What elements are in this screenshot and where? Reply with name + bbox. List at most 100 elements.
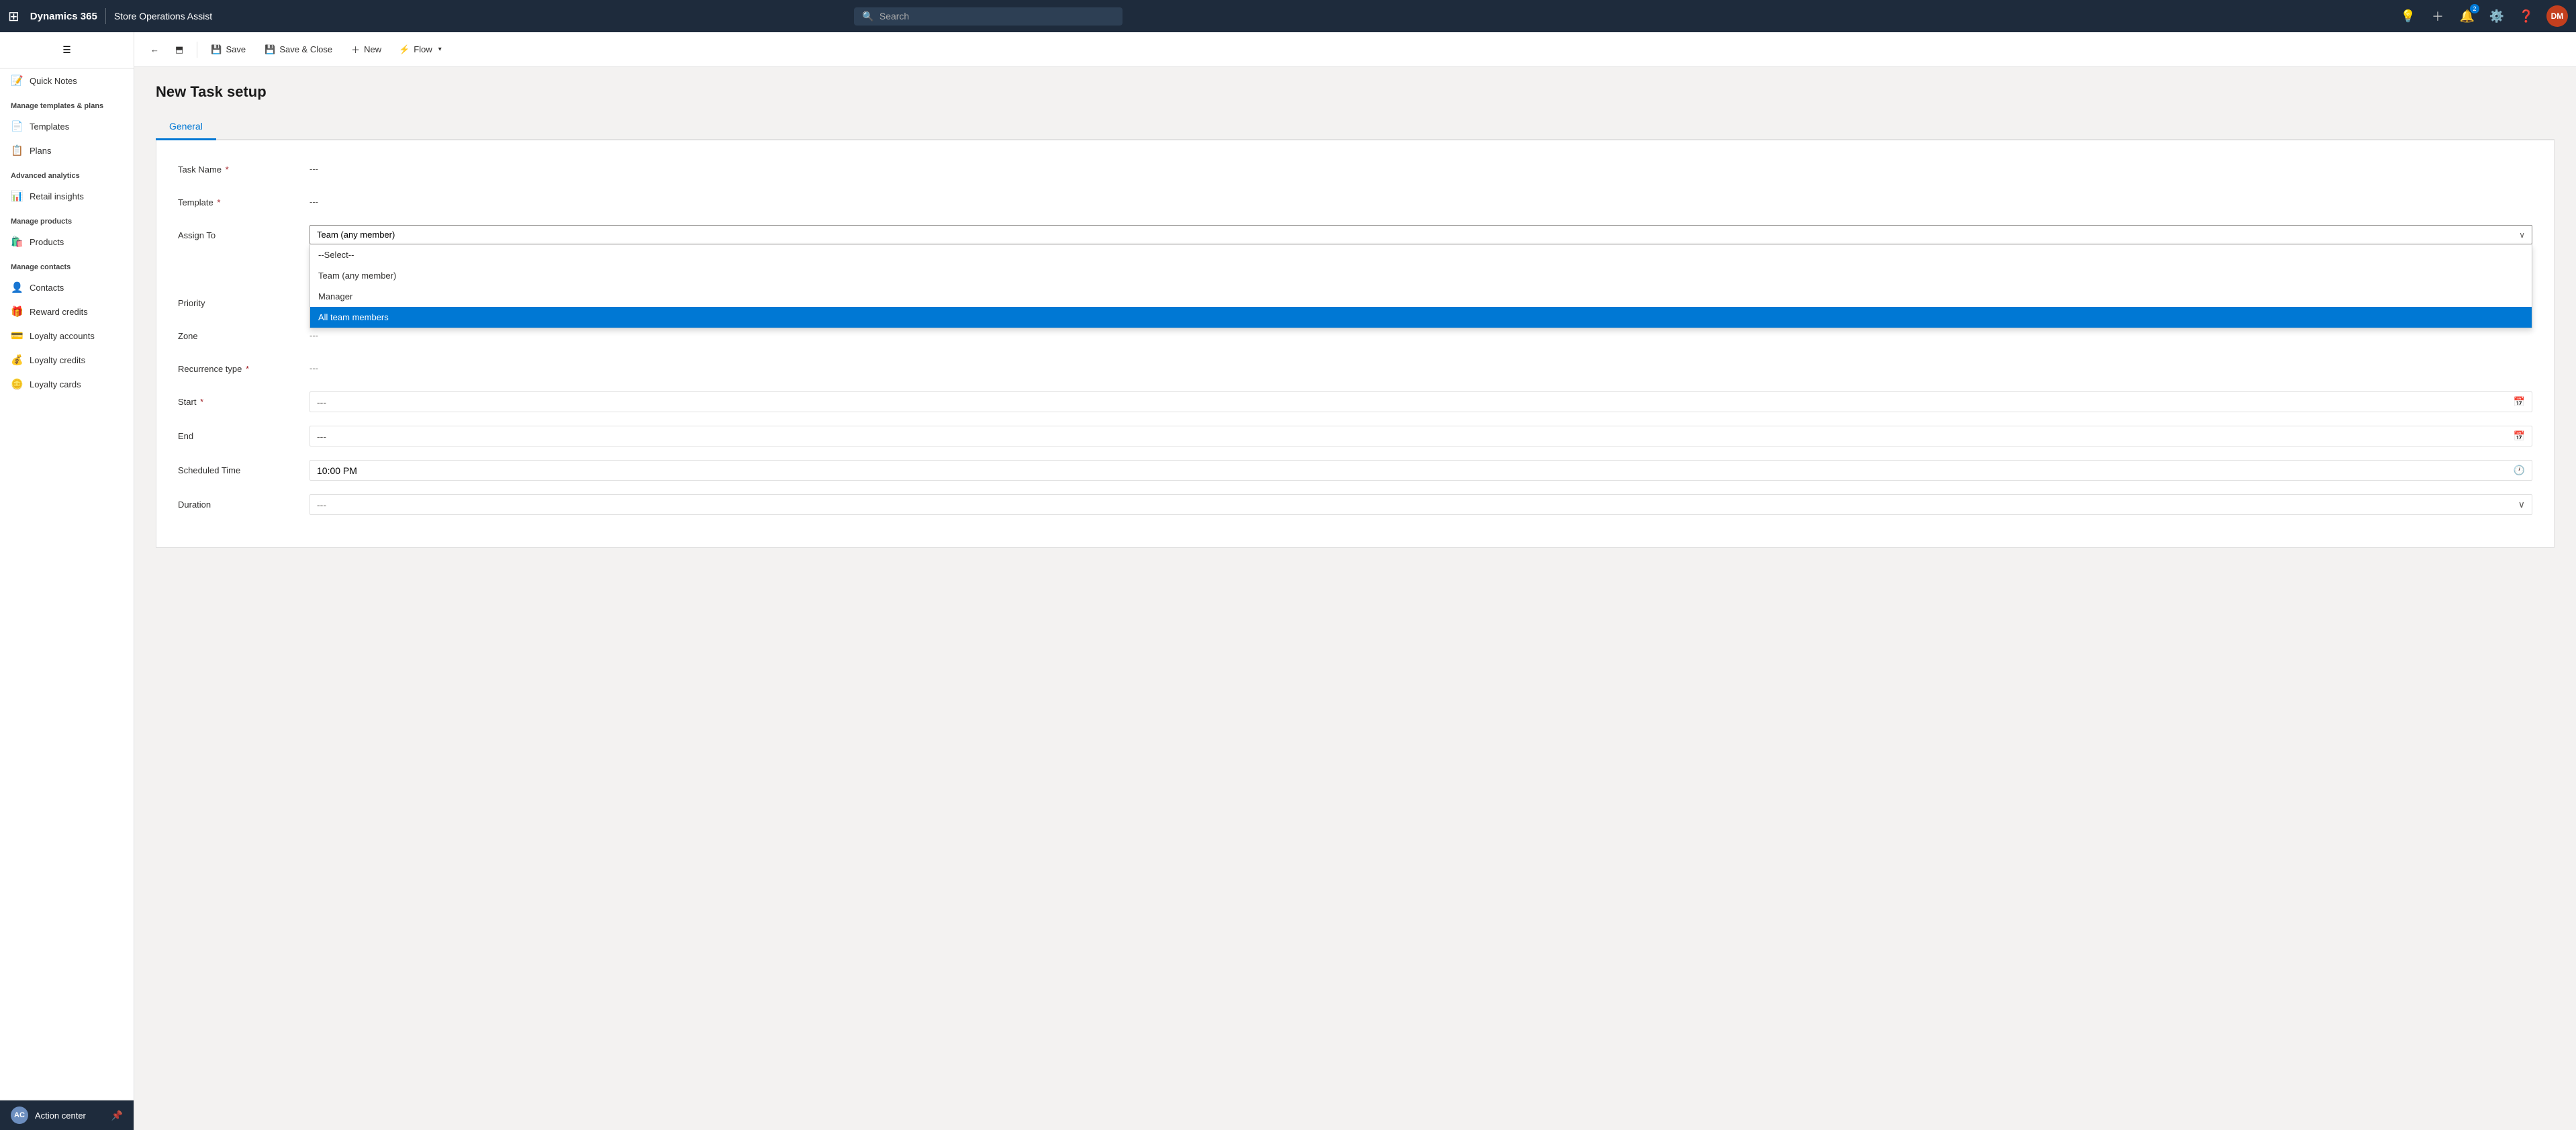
sidebar-label-templates: Templates	[30, 122, 69, 132]
app-name: Store Operations Assist	[114, 11, 212, 21]
value-scheduled-time[interactable]: 10:00 PM	[317, 465, 357, 476]
top-nav-right: 💡 ＋ 🔔 2 ⚙️ ❓ DM	[2399, 5, 2568, 27]
option-all-team-members[interactable]: All team members	[310, 307, 2532, 328]
label-priority: Priority	[178, 293, 299, 308]
value-start[interactable]: ---	[317, 397, 326, 408]
lightbulb-icon[interactable]: 💡	[2399, 7, 2418, 26]
back-icon: ←	[150, 44, 159, 54]
label-assign-to: Assign To	[178, 225, 299, 240]
sidebar-label-contacts: Contacts	[30, 283, 64, 293]
sidebar-item-quick-notes[interactable]: 📝 Quick Notes	[0, 68, 134, 93]
section-label-contacts: Manage contacts	[0, 254, 134, 275]
flow-label: Flow	[414, 44, 432, 54]
label-zone: Zone	[178, 326, 299, 341]
add-icon[interactable]: ＋	[2428, 7, 2447, 26]
notification-icon[interactable]: 🔔 2	[2458, 7, 2477, 26]
sidebar-item-contacts[interactable]: 👤 Contacts	[0, 275, 134, 299]
loyalty-credits-icon: 💰	[11, 354, 23, 366]
required-star-recurrence: *	[246, 364, 249, 374]
contacts-icon: 👤	[11, 281, 23, 293]
value-recurrence-type[interactable]: ---	[309, 359, 2532, 378]
flow-button[interactable]: ⚡ Flow ▾	[392, 40, 448, 59]
retail-insights-icon: 📊	[11, 190, 23, 202]
required-star-task-name: *	[226, 164, 229, 175]
sidebar-item-loyalty-cards[interactable]: 🪙 Loyalty cards	[0, 372, 134, 396]
action-center-avatar: AC	[11, 1107, 28, 1124]
form-container: Task Name * --- Template * --- A	[156, 140, 2555, 548]
toolbar: ← ⬒ 💾 Save 💾 Save & Close ＋ New ⚡ Flow ▾	[134, 32, 2576, 67]
loyalty-cards-icon: 🪙	[11, 378, 23, 390]
duration-chevron-icon[interactable]: ∨	[2518, 499, 2525, 510]
label-end: End	[178, 426, 299, 441]
required-star-template: *	[217, 197, 220, 207]
action-center-label: Action center	[35, 1111, 86, 1121]
sidebar: ☰ 📝 Quick Notes Manage templates & plans…	[0, 32, 134, 1130]
sidebar-label-loyalty-credits: Loyalty credits	[30, 355, 85, 365]
flow-icon: ⚡	[399, 44, 410, 55]
reward-credits-icon: 🎁	[11, 305, 23, 318]
save-label: Save	[226, 44, 246, 54]
section-label-advanced-analytics: Advanced analytics	[0, 162, 134, 184]
label-task-name: Task Name *	[178, 159, 299, 175]
value-template[interactable]: ---	[309, 192, 2532, 211]
value-zone[interactable]: ---	[309, 326, 2532, 345]
sidebar-label-loyalty-accounts: Loyalty accounts	[30, 331, 95, 341]
back-button[interactable]: ←	[145, 40, 164, 58]
save-close-icon: 💾	[265, 44, 275, 55]
search-icon: 🔍	[862, 11, 873, 22]
sidebar-menu-button[interactable]: ☰	[0, 38, 134, 62]
calendar-icon-start[interactable]: 📅	[2514, 396, 2525, 408]
action-center-item[interactable]: AC Action center 📌	[0, 1100, 134, 1130]
page-title: New Task setup	[156, 83, 2555, 101]
save-close-button[interactable]: 💾 Save & Close	[256, 40, 340, 59]
main-layout: ☰ 📝 Quick Notes Manage templates & plans…	[0, 32, 2576, 1130]
nav-divider	[105, 8, 106, 24]
sidebar-item-loyalty-credits[interactable]: 💰 Loyalty credits	[0, 348, 134, 372]
clock-icon[interactable]: 🕐	[2514, 465, 2525, 476]
option-team-any-member[interactable]: Team (any member)	[310, 265, 2532, 286]
calendar-icon-end[interactable]: 📅	[2514, 430, 2525, 442]
sidebar-item-retail-insights[interactable]: 📊 Retail insights	[0, 184, 134, 208]
start-field: --- 📅	[309, 391, 2532, 412]
value-end[interactable]: ---	[317, 431, 326, 442]
option-manager[interactable]: Manager	[310, 286, 2532, 307]
tab-general[interactable]: General	[156, 114, 216, 140]
field-scheduled-time: Scheduled Time 10:00 PM 🕐	[178, 460, 2532, 481]
save-icon: 💾	[211, 44, 222, 55]
sidebar-label-quick-notes: Quick Notes	[30, 76, 77, 86]
new-button[interactable]: ＋ New	[343, 39, 389, 60]
user-avatar[interactable]: DM	[2546, 5, 2568, 27]
sidebar-label-loyalty-cards: Loyalty cards	[30, 379, 81, 389]
sidebar-item-plans[interactable]: 📋 Plans	[0, 138, 134, 162]
save-close-label: Save & Close	[279, 44, 332, 54]
label-template: Template *	[178, 192, 299, 207]
new-label: New	[364, 44, 381, 54]
help-icon[interactable]: ❓	[2517, 7, 2536, 26]
value-task-name[interactable]: ---	[309, 159, 2532, 179]
field-start: Start * --- 📅	[178, 391, 2532, 412]
label-start: Start *	[178, 391, 299, 407]
settings-icon[interactable]: ⚙️	[2487, 7, 2506, 26]
required-star-start: *	[200, 397, 203, 407]
assign-to-selected-value: Team (any member)	[317, 230, 395, 240]
waffle-icon[interactable]: ⊞	[8, 8, 19, 25]
option-select[interactable]: --Select--	[310, 244, 2532, 265]
search-input[interactable]	[879, 11, 1115, 21]
value-duration[interactable]: ---	[317, 500, 326, 510]
label-duration: Duration	[178, 494, 299, 510]
field-end: End --- 📅	[178, 426, 2532, 446]
tabs: General	[156, 114, 2555, 140]
field-assign-to: Assign To Team (any member) ∨ --Select--…	[178, 225, 2532, 244]
scheduled-time-field: 10:00 PM 🕐	[309, 460, 2532, 481]
sidebar-item-loyalty-accounts[interactable]: 💳 Loyalty accounts	[0, 324, 134, 348]
assign-to-dropdown[interactable]: Team (any member) ∨	[309, 225, 2532, 244]
duration-field: --- ∨	[309, 494, 2532, 515]
sidebar-item-reward-credits[interactable]: 🎁 Reward credits	[0, 299, 134, 324]
sidebar-item-products[interactable]: 🛍️ Products	[0, 230, 134, 254]
products-icon: 🛍️	[11, 236, 23, 248]
save-button[interactable]: 💾 Save	[203, 40, 254, 59]
field-duration: Duration --- ∨	[178, 494, 2532, 515]
pin-icon[interactable]: 📌	[111, 1110, 123, 1121]
sidebar-item-templates[interactable]: 📄 Templates	[0, 114, 134, 138]
popout-button[interactable]: ⬒	[167, 40, 191, 59]
